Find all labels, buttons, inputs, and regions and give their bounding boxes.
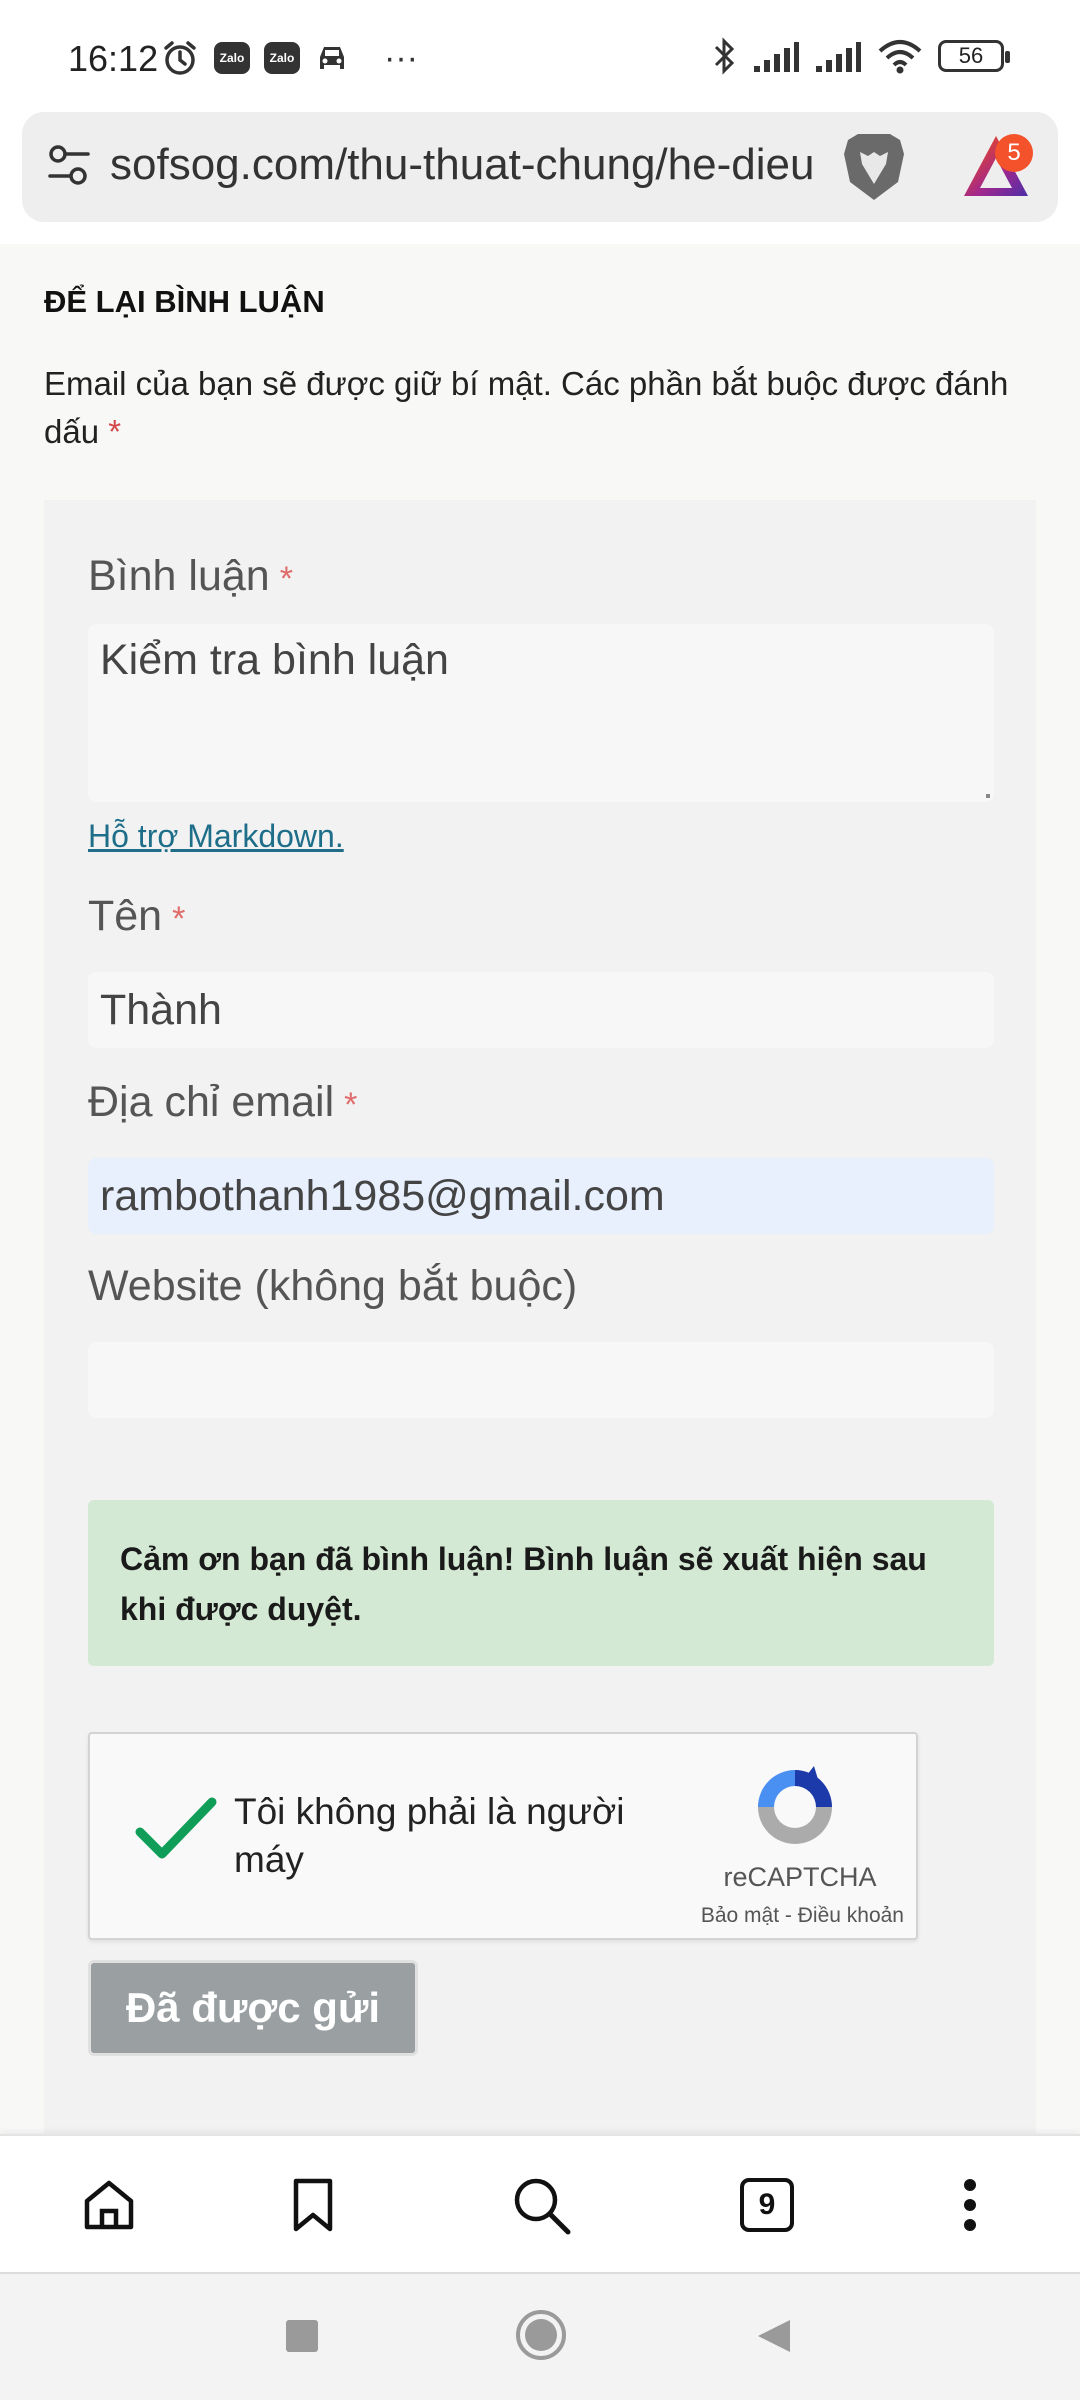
recaptcha-terms-link[interactable]: Điều khoản <box>798 1904 904 1927</box>
email-value: rambothanh1985@gmail.com <box>100 1172 665 1220</box>
recaptcha-links: Bảo mật - Điều khoản <box>664 1904 904 1928</box>
status-bar: 16:12 Zalo Zalo ··· 56 <box>0 0 1080 112</box>
recaptcha-privacy-link[interactable]: Bảo mật <box>701 1904 779 1927</box>
home-button[interactable] <box>74 2170 144 2240</box>
system-icons: 56 <box>710 36 1010 76</box>
comment-textarea[interactable]: Kiểm tra bình luận <box>88 624 994 802</box>
bookmark-icon <box>293 2178 333 2232</box>
markdown-help-link[interactable]: Hỗ trợ Markdown. <box>88 818 344 855</box>
recaptcha-separator: - <box>784 1904 792 1927</box>
page-content: ĐỂ LẠI BÌNH LUẬN Email của bạn sẽ được g… <box>0 244 1080 2134</box>
menu-button[interactable] <box>935 2170 1005 2240</box>
more-vert-icon <box>964 2179 976 2231</box>
name-label-text: Tên <box>88 892 163 940</box>
system-nav-bar <box>0 2272 1080 2400</box>
tabs-button[interactable]: 9 <box>732 2170 802 2240</box>
email-field[interactable]: rambothanh1985@gmail.com <box>88 1158 994 1234</box>
site-settings-icon[interactable] <box>46 142 92 188</box>
zalo-icon-2: Zalo <box>264 42 300 74</box>
battery-icon: 56 <box>938 40 1010 72</box>
recents-icon[interactable] <box>284 2318 320 2354</box>
car-icon <box>320 47 344 69</box>
comment-section-title: ĐỂ LẠI BÌNH LUẬN <box>44 284 325 319</box>
recaptcha-widget: Tôi không phải là người máy reCAPTCHA Bả… <box>88 1732 918 1940</box>
tab-count: 9 <box>740 2178 794 2232</box>
submit-button[interactable]: Đã được gửi <box>88 1960 418 2056</box>
alarm-icon <box>164 41 196 75</box>
status-time: 16:12 <box>68 38 159 79</box>
more-notifications-icon: ··· <box>384 38 418 77</box>
search-button[interactable] <box>506 2170 576 2240</box>
recaptcha-brand: reCAPTCHA <box>723 1862 877 1892</box>
comment-form: Bình luận * Kiểm tra bình luận Hỗ trợ Mar… <box>44 500 1036 2134</box>
signal-icon <box>754 42 799 72</box>
required-star: * <box>172 900 186 938</box>
url-text[interactable]: sofsog.com/thu-thuat-chung/he-dieu <box>110 140 830 190</box>
checkmark-icon[interactable] <box>134 1794 218 1864</box>
website-field[interactable] <box>88 1342 994 1418</box>
address-bar[interactable]: sofsog.com/thu-thuat-chung/he-dieu <box>22 112 1058 222</box>
comment-notes: Email của bạn sẽ được giữ bí mật. Các ph… <box>44 360 1034 456</box>
rewards-badge: 5 <box>995 134 1033 172</box>
resize-handle[interactable] <box>986 794 990 798</box>
name-value: Thành <box>100 986 222 1034</box>
comment-text: Kiểm tra bình luận <box>100 636 449 684</box>
back-icon[interactable] <box>754 2316 794 2356</box>
success-message: Cảm ơn bạn đã bình luận! Bình luận sẽ xu… <box>88 1500 994 1666</box>
email-label-text: Địa chỉ email <box>88 1078 335 1126</box>
name-label: Tên * <box>88 892 185 941</box>
comment-label-text: Bình luận <box>88 552 270 600</box>
notification-icons: Zalo Zalo ··· <box>160 38 418 78</box>
bluetooth-icon <box>714 37 735 75</box>
comment-notes-text: Email của bạn sẽ được giữ bí mật. Các ph… <box>44 365 1009 450</box>
website-label: Website (không bắt buộc) <box>88 1262 578 1310</box>
recaptcha-logo-icon <box>758 1766 832 1844</box>
required-star: * <box>344 1086 358 1124</box>
comment-label: Bình luận * <box>88 552 293 601</box>
recaptcha-label[interactable]: Tôi không phải là người máy <box>234 1788 654 1884</box>
brave-shields-icon[interactable] <box>838 130 910 204</box>
home-nav-icon[interactable] <box>514 2308 568 2362</box>
bookmarks-button[interactable] <box>278 2170 348 2240</box>
required-star: * <box>279 560 293 598</box>
required-star: * <box>108 413 122 450</box>
browser-toolbar: 9 <box>0 2134 1080 2272</box>
signal-icon-2 <box>816 42 861 72</box>
wifi-icon <box>878 40 922 74</box>
email-label: Địa chỉ email * <box>88 1078 357 1127</box>
home-icon <box>84 2180 134 2230</box>
search-icon <box>514 2178 571 2235</box>
name-field[interactable]: Thành <box>88 972 994 1048</box>
zalo-icon: Zalo <box>214 42 250 74</box>
